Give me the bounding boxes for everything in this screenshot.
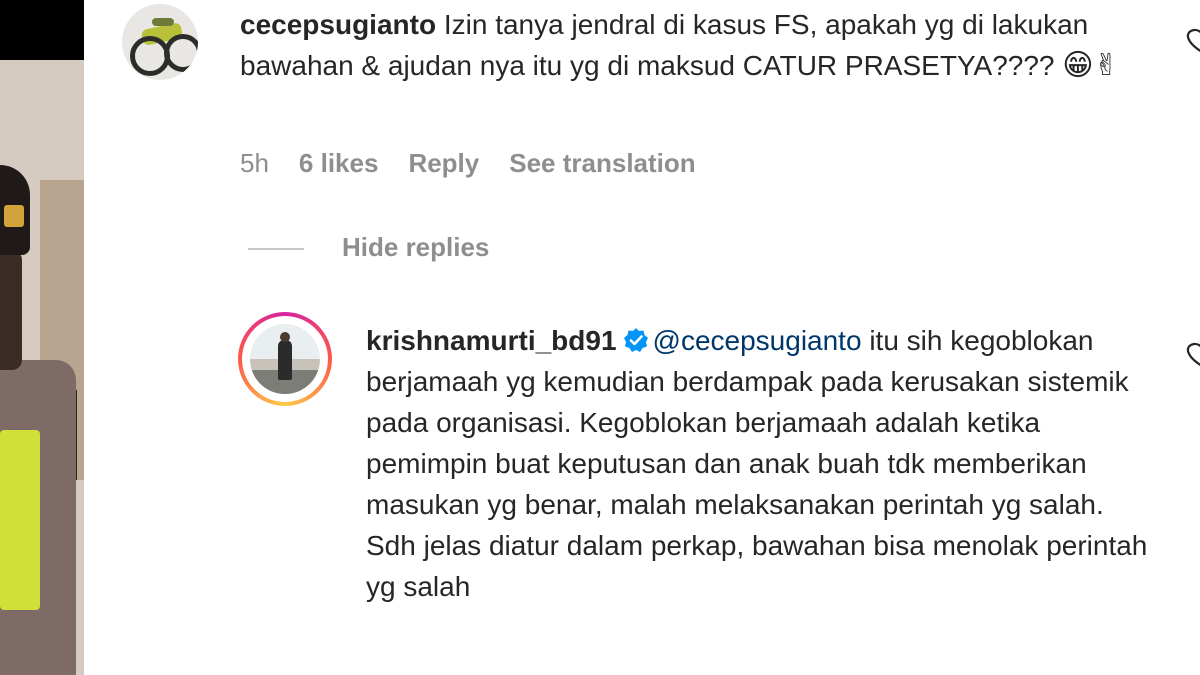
heart-outline-icon[interactable] <box>1182 342 1200 368</box>
reply-username[interactable]: krishnamurti_bd91 <box>366 325 617 356</box>
reply-avatar-border <box>242 316 328 402</box>
reply-text: itu sih kegoblokan berjamaah yg kemudian… <box>366 325 1148 602</box>
hide-replies-button[interactable]: Hide replies <box>342 232 489 263</box>
comment-timestamp[interactable]: 5h <box>240 148 269 179</box>
comment-meta: 5h 6 likes Reply See translation <box>240 148 696 179</box>
photo-person-face <box>0 250 22 370</box>
reply-avatar <box>250 324 320 394</box>
comment-body: cecepsugianto Izin tanya jendral di kasu… <box>240 4 1120 86</box>
reply-avatar-story-ring[interactable] <box>238 312 332 406</box>
commenter-avatar[interactable] <box>122 4 198 80</box>
reply-mention[interactable]: @cecepsugianto <box>653 325 862 356</box>
heart-outline-icon[interactable] <box>1182 28 1200 54</box>
photo-safety-vest <box>0 430 40 610</box>
post-photo-strip <box>0 0 84 675</box>
see-translation-button[interactable]: See translation <box>509 148 695 179</box>
reply-button[interactable]: Reply <box>408 148 479 179</box>
avatar-bike-seat <box>152 18 174 26</box>
comment-username[interactable]: cecepsugianto <box>240 9 436 40</box>
comment-likes-count[interactable]: 6 likes <box>299 148 379 179</box>
comment-emojis: 😁✌ <box>1062 48 1119 83</box>
avatar-person-head <box>280 332 290 342</box>
photo-cap-badge <box>4 205 24 227</box>
replies-divider <box>248 248 304 250</box>
reply-body: krishnamurti_bd91 @cecepsugianto itu sih … <box>366 320 1156 607</box>
verified-badge-icon <box>623 323 649 352</box>
avatar-bike-wheel <box>164 34 198 72</box>
avatar-person <box>278 340 292 380</box>
